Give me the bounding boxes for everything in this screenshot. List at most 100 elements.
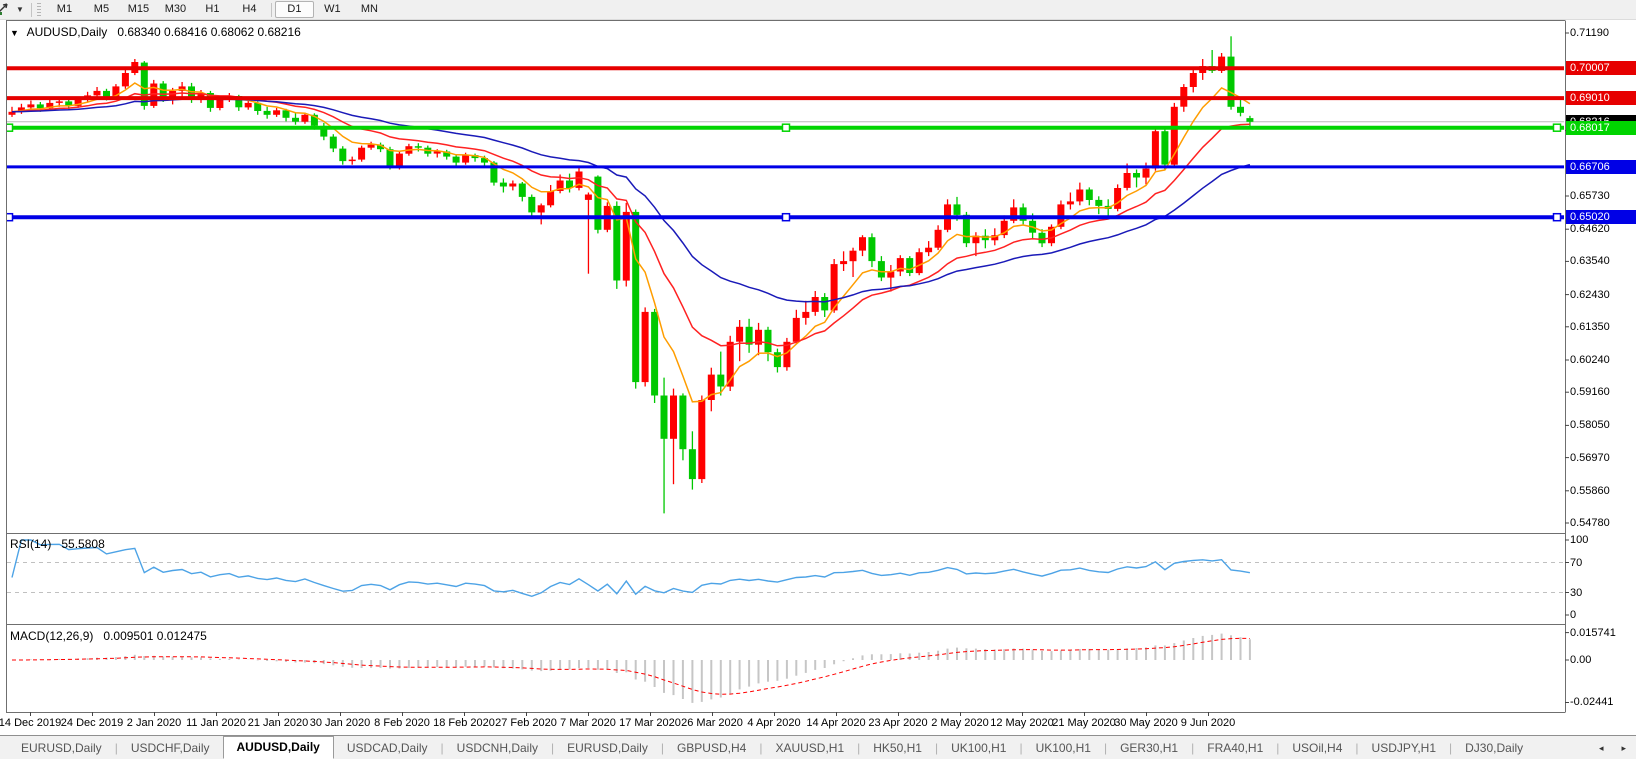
candle xyxy=(651,309,658,403)
date-axis-label: 30 May 2020 xyxy=(1114,717,1178,729)
candle xyxy=(1190,69,1197,92)
candle xyxy=(774,349,781,373)
date-axis-label: 23 Apr 2020 xyxy=(868,717,927,729)
candle xyxy=(1039,229,1046,247)
tab-scroll-right-icon[interactable]: ▸ xyxy=(1621,743,1626,754)
hline-price-badge: 0.66706 xyxy=(1566,160,1636,174)
rsi-tick-label: 100 xyxy=(1570,534,1588,546)
chart-tab-gbpusd-h4[interactable]: GBPUSD,H4 xyxy=(664,737,759,759)
candle xyxy=(1076,183,1083,206)
candle xyxy=(897,255,904,276)
line-drag-handle[interactable] xyxy=(783,124,790,131)
candle xyxy=(368,142,375,150)
candle xyxy=(500,178,507,192)
chart-tab-eurusd-daily[interactable]: EURUSD,Daily xyxy=(8,737,115,759)
chart-tab-uk100-h1[interactable]: UK100,H1 xyxy=(938,737,1019,759)
hline-price-badge: 0.70007 xyxy=(1566,61,1636,75)
candle xyxy=(1067,193,1074,210)
rsi-tick-label: 70 xyxy=(1570,557,1582,569)
date-axis-label: 8 Feb 2020 xyxy=(374,717,430,729)
date-axis-label: 27 Feb 2020 xyxy=(495,717,557,729)
price-tick-label: 0.62430 xyxy=(1570,289,1610,301)
line-drag-handle[interactable] xyxy=(783,214,790,221)
date-axis-label: 4 Apr 2020 xyxy=(747,717,800,729)
chart-tab-usdchf-daily[interactable]: USDCHF,Daily xyxy=(118,737,223,759)
symbol-period-label: AUDUSD,Daily xyxy=(27,25,108,39)
date-axis-label: 11 Jan 2020 xyxy=(186,717,246,729)
chart-tab-eurusd-daily[interactable]: EURUSD,Daily xyxy=(554,737,661,759)
ohlc-values: 0.68340 0.68416 0.68062 0.68216 xyxy=(117,25,301,39)
tab-scroll-left-icon[interactable]: ◂ xyxy=(1599,743,1604,754)
candle xyxy=(679,393,686,460)
candle xyxy=(1114,184,1121,211)
chart-tab-dj30-daily[interactable]: DJ30,Daily xyxy=(1452,737,1536,759)
line-drag-handle[interactable] xyxy=(1554,124,1561,131)
candle xyxy=(453,155,460,166)
chart-canvas[interactable] xyxy=(0,0,1636,759)
candle xyxy=(906,256,913,276)
mt4-window: ▼ M1M5M15M30H1H4D1W1MN ▼ AUDUSD,Daily 0.… xyxy=(0,0,1636,759)
price-tick-label: 0.61350 xyxy=(1570,321,1610,333)
candle xyxy=(793,310,800,344)
candle xyxy=(642,307,649,386)
line-drag-handle[interactable] xyxy=(1554,214,1561,221)
chart-tab-xauusd-h1[interactable]: XAUUSD,H1 xyxy=(762,737,857,759)
candle xyxy=(840,251,847,271)
price-tick-label: 0.54780 xyxy=(1570,517,1610,529)
chart-tab-ger30-h1[interactable]: GER30,H1 xyxy=(1107,737,1191,759)
hline-price-badge: 0.65020 xyxy=(1566,210,1636,224)
candle xyxy=(330,134,337,152)
date-axis-label: 21 May 2020 xyxy=(1052,717,1116,729)
candle xyxy=(689,431,696,489)
candle xyxy=(1095,196,1102,214)
candle xyxy=(670,389,677,485)
macd-signal-line xyxy=(12,638,1250,694)
date-axis-label: 14 Apr 2020 xyxy=(806,717,865,729)
rsi-line xyxy=(12,540,1250,596)
rsi-pane-label: RSI(14) 55.5808 xyxy=(10,537,105,551)
candle xyxy=(698,396,705,484)
date-axis-label: 7 Mar 2020 xyxy=(560,717,616,729)
chart-tab-audusd-daily[interactable]: AUDUSD,Daily xyxy=(223,736,334,759)
candle xyxy=(821,293,828,317)
chart-menu-icon[interactable]: ▼ xyxy=(10,28,19,38)
candle xyxy=(755,323,762,355)
chart-tab-usdjpy-h1[interactable]: USDJPY,H1 xyxy=(1359,737,1449,759)
chart-tab-fra40-h1[interactable]: FRA40,H1 xyxy=(1194,737,1276,759)
candle xyxy=(661,378,668,514)
chart-tab-usoil-h4[interactable]: USOil,H4 xyxy=(1279,737,1355,759)
rsi-tick-label: 30 xyxy=(1570,587,1582,599)
candle xyxy=(273,108,280,117)
date-axis-label: 18 Feb 2020 xyxy=(433,717,495,729)
chart-tab-usdcad-daily[interactable]: USDCAD,Daily xyxy=(334,737,441,759)
macd-pane-label: MACD(12,26,9) 0.009501 0.012475 xyxy=(10,629,207,643)
date-axis-label: 17 Mar 2020 xyxy=(619,717,681,729)
candle xyxy=(509,181,516,191)
chart-tab-uk100-h1[interactable]: UK100,H1 xyxy=(1023,737,1104,759)
date-axis-label: 26 Mar 2020 xyxy=(681,717,743,729)
candle xyxy=(519,182,526,201)
candle xyxy=(859,235,866,256)
chart-tab-bar: EURUSD,Daily|USDCHF,DailyAUDUSD,DailyUSD… xyxy=(0,735,1636,759)
macd-current-values: 0.009501 0.012475 xyxy=(103,629,206,643)
candle xyxy=(925,241,932,256)
candles-series xyxy=(9,36,1254,513)
macd-tick-label: 0.015741 xyxy=(1570,627,1616,639)
price-tick-label: 0.71190 xyxy=(1570,27,1609,39)
candle xyxy=(1133,170,1140,188)
candle xyxy=(812,291,819,316)
tab-scroll-arrows: ◂ ▸ xyxy=(1599,736,1626,759)
candle xyxy=(349,157,356,165)
macd-histogram xyxy=(12,634,1250,703)
candle xyxy=(708,368,715,412)
candle xyxy=(916,248,923,275)
candle xyxy=(528,195,535,217)
date-axis-label: 30 Jan 2020 xyxy=(310,717,371,729)
candle xyxy=(339,146,346,165)
candle xyxy=(358,146,365,162)
candle xyxy=(1010,199,1017,223)
chart-tab-usdcnh-daily[interactable]: USDCNH,Daily xyxy=(444,737,551,759)
chart-tab-hk50-h1[interactable]: HK50,H1 xyxy=(860,737,935,759)
macd-tick-label: -0.02441 xyxy=(1570,696,1613,708)
price-tick-label: 0.60240 xyxy=(1570,354,1610,366)
